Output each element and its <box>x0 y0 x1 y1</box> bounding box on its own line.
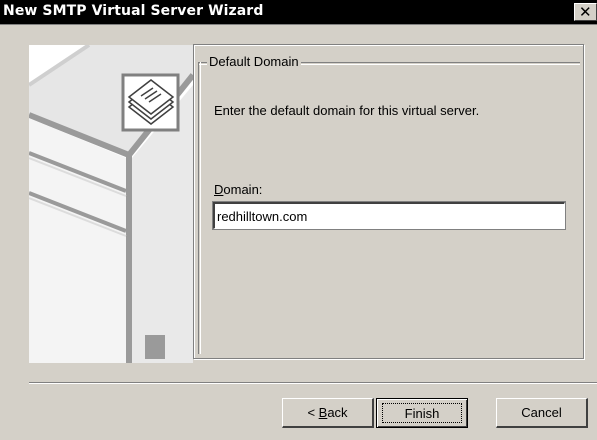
domain-label-accelerator: D <box>214 182 224 197</box>
server-illustration <box>29 45 193 363</box>
window-title: New SMTP Virtual Server Wizard <box>3 3 264 19</box>
back-button[interactable]: < Back <box>282 398 374 428</box>
groupbox-legend: Default Domain <box>207 54 301 69</box>
domain-label-text: omain: <box>223 182 263 197</box>
description-text: Enter the default domain for this virtua… <box>214 103 480 118</box>
wizard-illustration <box>29 45 193 363</box>
close-icon: ✕ <box>579 3 592 21</box>
close-button[interactable]: ✕ <box>574 3 597 21</box>
title-bar: New SMTP Virtual Server Wizard ✕ <box>0 0 597 25</box>
cancel-button[interactable]: Cancel <box>496 398 588 428</box>
finish-button[interactable]: Finish <box>376 398 468 428</box>
button-separator <box>29 382 597 384</box>
groupbox-left-border <box>198 62 201 354</box>
back-button-text: ack <box>327 405 348 420</box>
domain-label: Domain: <box>214 182 262 197</box>
domain-input[interactable] <box>212 201 566 230</box>
back-button-prefix: < <box>307 405 319 420</box>
finish-button-label: Finish <box>382 403 462 423</box>
